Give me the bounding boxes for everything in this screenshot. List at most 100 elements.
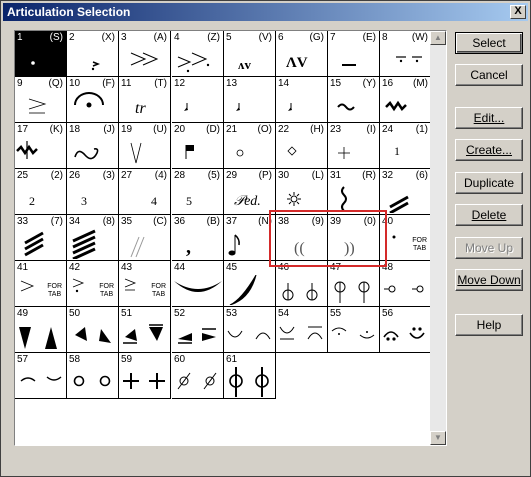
svg-text:tr: tr <box>135 100 146 117</box>
articulation-cell-36[interactable]: 36 (B), <box>172 215 224 261</box>
cell-shortcut-key: (V) <box>258 32 272 43</box>
articulation-cell-44[interactable]: 44 <box>172 261 224 307</box>
for-tab-label: FOR TAB <box>47 283 62 299</box>
accent-dot-icon <box>172 45 224 75</box>
articulation-cell-15[interactable]: 15 (Y) <box>328 77 380 123</box>
pluses-icon <box>119 367 171 397</box>
for-tab-label-line2: TAB <box>48 291 62 298</box>
articulation-cell-46[interactable]: 46 <box>276 261 328 307</box>
cell-number: 6 <box>278 32 284 43</box>
articulation-cell-11[interactable]: 11 (T) tr <box>119 77 171 123</box>
articulation-cell-37[interactable]: 37 (N) <box>224 215 276 261</box>
tenuto-icon <box>328 45 380 75</box>
articulation-cell-42[interactable]: 42 FOR TAB <box>67 261 119 307</box>
articulation-cell-28[interactable]: 28 (5) 5 <box>172 169 224 215</box>
articulation-cell-24[interactable]: 24 (1) 1 <box>380 123 432 169</box>
articulation-cell-56[interactable]: 56 <box>380 307 432 353</box>
articulation-cell-5[interactable]: 5 (V) ʌv <box>224 31 276 77</box>
dot-icon <box>15 45 67 75</box>
select-button[interactable]: Select <box>455 32 523 54</box>
articulation-cell-20[interactable]: 20 (D) <box>172 123 224 169</box>
move-up-button[interactable]: Move Up <box>455 237 523 259</box>
articulation-cell-47[interactable]: 47 <box>328 261 380 307</box>
articulation-cell-51[interactable]: 51 <box>119 307 171 353</box>
tenuto-dot-icon <box>380 45 432 75</box>
cell-number: 49 <box>17 308 29 319</box>
arcs-icon <box>224 321 276 351</box>
diamond-icon <box>276 137 328 167</box>
articulation-cell-7[interactable]: 7 (E) <box>328 31 380 77</box>
articulation-cell-19[interactable]: 19 (U) <box>119 123 171 169</box>
cell-number: 15 <box>330 78 342 89</box>
articulation-cell-33[interactable]: 33 (7) <box>15 215 67 261</box>
articulation-cell-38[interactable]: 38 (9) (( <box>276 215 328 261</box>
articulation-cell-21[interactable]: 21 (O) <box>224 123 276 169</box>
cell-number: 2 <box>69 32 75 43</box>
articulation-cell-30[interactable]: 30 (L) <box>276 169 328 215</box>
articulation-cell-39[interactable]: 39 (0))) <box>328 215 380 261</box>
articulation-cell-6[interactable]: 6 (G) ΛV <box>276 31 328 77</box>
articulation-cell-9[interactable]: 9 (Q) <box>15 77 67 123</box>
cancel-button[interactable]: Cancel <box>455 64 523 86</box>
cell-number: 22 <box>278 124 290 135</box>
articulation-cell-41[interactable]: 41 FOR TAB <box>15 261 67 307</box>
articulation-cell-16[interactable]: 16 (M) <box>380 77 432 123</box>
vertical-scrollbar[interactable]: ▲ ▼ <box>430 31 446 445</box>
articulation-cell-12[interactable]: 12 <box>172 77 224 123</box>
articulation-cell-10[interactable]: 10 (F) <box>67 77 119 123</box>
articulation-cell-35[interactable]: 35 (C) <box>119 215 171 261</box>
cell-number: 34 <box>69 216 81 227</box>
articulation-cell-57[interactable]: 57 <box>15 353 67 399</box>
articulation-cell-43[interactable]: 43 FOR TAB <box>119 261 171 307</box>
arcs-dot-icon <box>328 321 380 351</box>
articulation-cell-55[interactable]: 55 <box>328 307 380 353</box>
scroll-up-button[interactable]: ▲ <box>430 31 446 45</box>
move-down-button[interactable]: Move Down <box>455 269 523 291</box>
articulation-cell-25[interactable]: 25 (2) 2 <box>15 169 67 215</box>
articulation-cell-8[interactable]: 8 (W) <box>380 31 432 77</box>
help-button[interactable]: Help <box>455 314 523 336</box>
for-tab-label-line1: FOR <box>151 283 166 290</box>
articulation-cell-22[interactable]: 22 (H) <box>276 123 328 169</box>
articulation-cell-40[interactable]: 40 FOR TAB <box>380 215 432 261</box>
articulation-cell-45[interactable]: 45 <box>224 261 276 307</box>
move-down-button-label: Move Down <box>457 273 521 287</box>
articulation-cell-3[interactable]: 3 (A) <box>119 31 171 77</box>
ped-release-icon <box>276 183 328 213</box>
articulation-cell-13[interactable]: 13 <box>224 77 276 123</box>
articulation-cell-32[interactable]: 32 (6) <box>380 169 432 215</box>
svg-text:𝒫ed.: 𝒫ed. <box>234 194 261 209</box>
articulation-cell-23[interactable]: 23 (I) <box>328 123 380 169</box>
delete-button[interactable]: Delete <box>455 204 523 226</box>
articulation-cell-17[interactable]: 17 (K) <box>15 123 67 169</box>
articulation-cell-31[interactable]: 31 (R) <box>328 169 380 215</box>
articulation-cell-34[interactable]: 34 (8) <box>67 215 119 261</box>
for-tab-label-line1: FOR <box>99 283 114 290</box>
articulation-cell-1[interactable]: 1 (S) <box>15 31 67 77</box>
articulation-cell-54[interactable]: 54 <box>276 307 328 353</box>
articulation-cell-26[interactable]: 26 (3) 3 <box>67 169 119 215</box>
articulation-cell-58[interactable]: 58 <box>67 353 119 399</box>
articulation-cell-29[interactable]: 29 (P) 𝒫ed. <box>224 169 276 215</box>
articulation-cell-60[interactable]: 60 <box>172 353 224 399</box>
cell-number: 47 <box>330 262 342 273</box>
articulation-cell-48[interactable]: 48 <box>380 261 432 307</box>
articulation-cell-61[interactable]: 61 <box>224 353 276 399</box>
articulation-cell-50[interactable]: 50 <box>67 307 119 353</box>
articulation-cell-59[interactable]: 59 <box>119 353 171 399</box>
articulation-cell-52[interactable]: 52 <box>172 307 224 353</box>
cell-number: 40 <box>382 216 394 227</box>
articulation-cell-14[interactable]: 14 <box>276 77 328 123</box>
edit-button[interactable]: Edit... <box>455 107 523 129</box>
articulation-cell-18[interactable]: 18 (J) <box>67 123 119 169</box>
articulation-cell-49[interactable]: 49 <box>15 307 67 353</box>
articulation-cell-2[interactable]: 2 (X) <box>67 31 119 77</box>
create-button[interactable]: Create... <box>455 139 523 161</box>
close-button[interactable]: X <box>510 5 526 19</box>
articulation-cell-53[interactable]: 53 <box>224 307 276 353</box>
duplicate-button[interactable]: Duplicate <box>455 172 523 194</box>
slur-curve-icon <box>224 274 276 306</box>
articulation-cell-27[interactable]: 27 (4) 4 <box>119 169 171 215</box>
articulation-cell-4[interactable]: 4 (Z) <box>172 31 224 77</box>
scroll-down-button[interactable]: ▼ <box>430 431 446 445</box>
